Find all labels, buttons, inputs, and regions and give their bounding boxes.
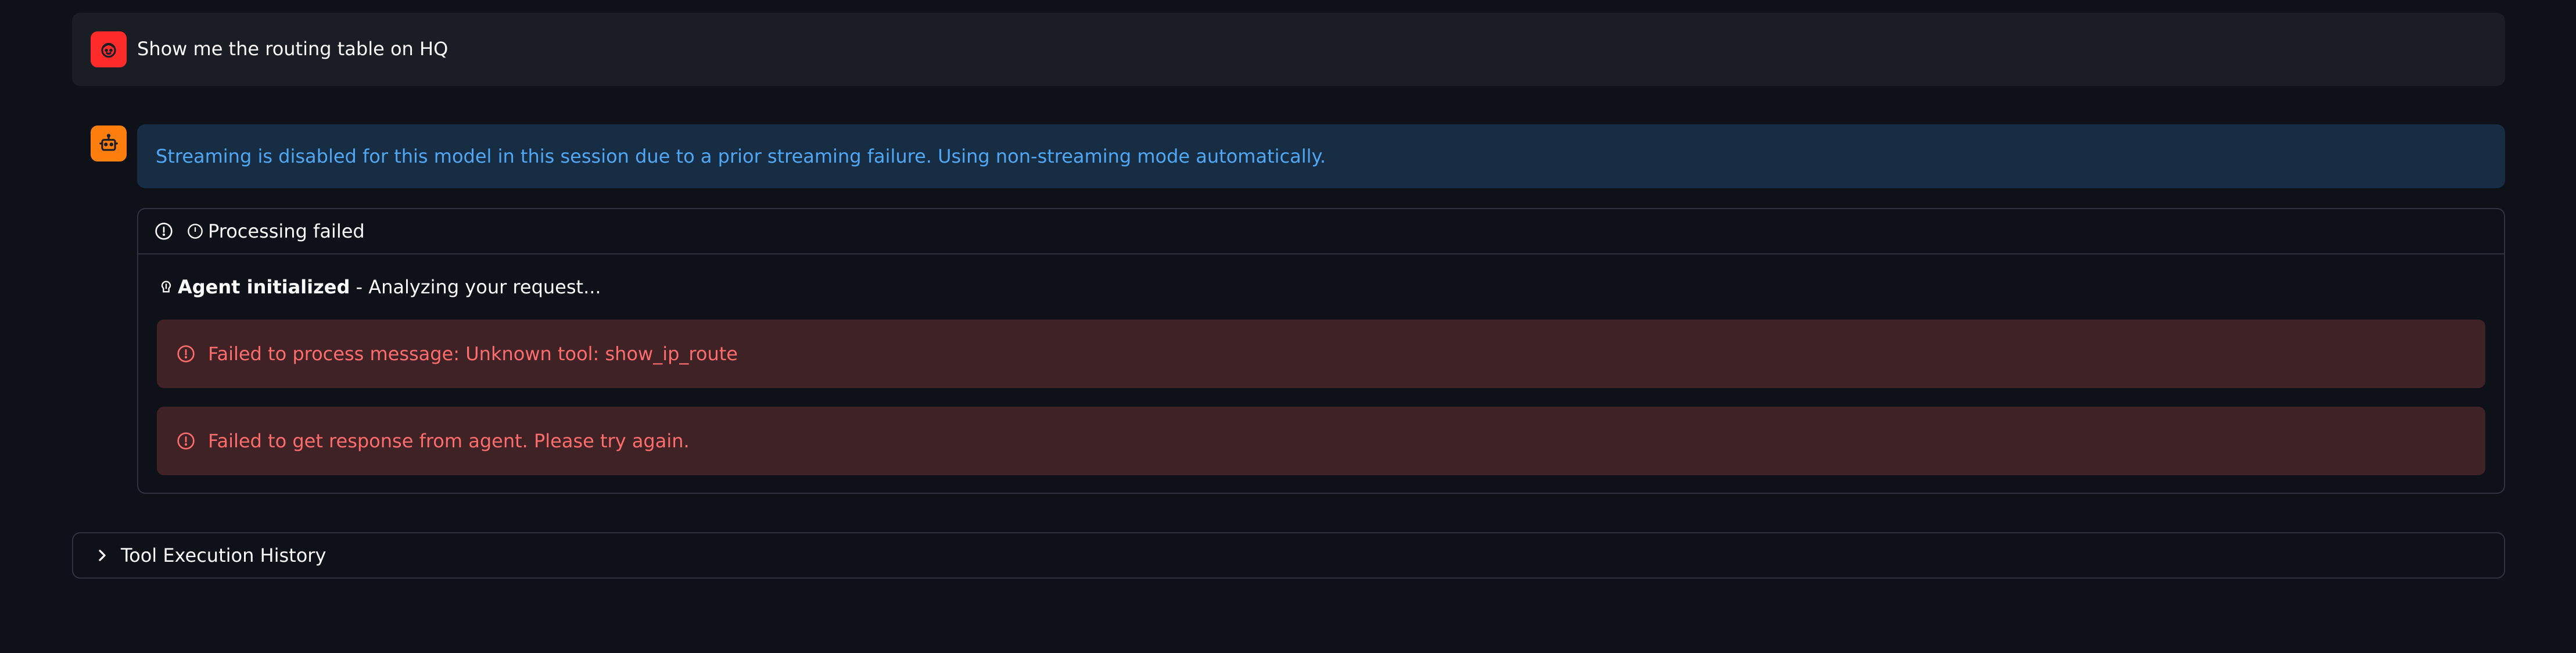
tool-execution-history-label: Tool Execution History bbox=[121, 544, 327, 566]
alert-circle-icon bbox=[177, 345, 195, 363]
user-message: Show me the routing table on HQ bbox=[72, 13, 2505, 86]
agent-status-line: Agent initialized - Analyzing your reque… bbox=[158, 274, 601, 300]
info-banner-text: Streaming is disabled for this model in … bbox=[156, 145, 1326, 167]
alert-circle-icon bbox=[177, 432, 195, 450]
agent-status-text: - Analyzing your request... bbox=[350, 276, 601, 298]
chevron-right-icon bbox=[99, 550, 106, 561]
user-message-text: Show me the routing table on HQ bbox=[137, 38, 449, 60]
assistant-avatar bbox=[91, 125, 127, 162]
error-alert-text: Failed to process message: Unknown tool:… bbox=[208, 343, 738, 365]
status-label: Processing failed bbox=[208, 220, 365, 242]
user-avatar bbox=[91, 31, 127, 67]
agent-status-bold: Agent initialized bbox=[178, 276, 350, 298]
alert-circle-icon bbox=[155, 223, 173, 240]
error-alert: Failed to get response from agent. Pleas… bbox=[157, 407, 2485, 475]
robot-icon bbox=[99, 134, 118, 151]
error-alert-text: Failed to get response from agent. Pleas… bbox=[208, 430, 690, 452]
user-face-icon bbox=[101, 42, 116, 58]
tool-execution-history-expander[interactable]: Tool Execution History bbox=[72, 532, 2505, 579]
error-alert: Failed to process message: Unknown tool:… bbox=[157, 320, 2485, 388]
clock-icon bbox=[188, 224, 203, 239]
info-banner: Streaming is disabled for this model in … bbox=[137, 124, 2505, 188]
status-expander: Processing failed Agent initialized - An… bbox=[137, 208, 2505, 494]
status-header[interactable]: Processing failed bbox=[138, 209, 2504, 254]
brain-icon bbox=[161, 281, 171, 293]
chat-page: Show me the routing table on HQ Streamin… bbox=[0, 0, 2576, 653]
